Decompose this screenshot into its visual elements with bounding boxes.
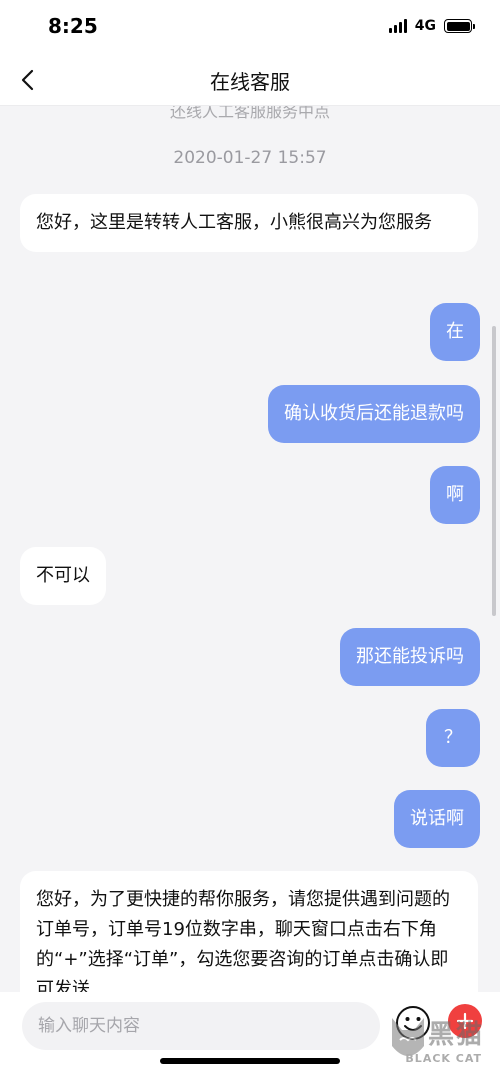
watermark-text: 黑猫 — [427, 1020, 484, 1050]
status-indicators: 4G — [388, 18, 475, 34]
home-indicator — [160, 1058, 340, 1064]
nav-bar: 在线客服 — [0, 56, 500, 106]
message-bubble-incoming: 您好，这里是转转人工客服，小熊很高兴为您服务 — [20, 194, 478, 252]
message-bubble-outgoing: 在 — [430, 303, 480, 361]
signal-icon — [388, 19, 407, 33]
network-label: 4G — [414, 18, 436, 34]
scrollbar[interactable] — [492, 326, 496, 616]
message-text: 啊 — [446, 484, 464, 505]
status-time: 8:25 — [48, 14, 98, 38]
message-bubble-outgoing: ？ — [426, 709, 480, 767]
chat-area[interactable]: 还线人工客服服务中点 2020-01-27 15:57 您好，这里是转转人工客服… — [0, 106, 500, 992]
message-bubble-incoming: 不可以 — [20, 547, 106, 605]
message-text: 您好，为了更快捷的帮你服务，请您提供遇到问题的订单号，订单号19位数字串，聊天窗… — [36, 889, 450, 992]
message-text: 说话啊 — [410, 808, 464, 829]
message-bubble-outgoing: 啊 — [430, 466, 480, 524]
message-bubble-outgoing: 那还能投诉吗 — [340, 628, 480, 686]
status-bar: 8:25 4G — [0, 0, 500, 56]
system-note: 还线人工客服服务中点 — [169, 106, 330, 121]
message-bubble-outgoing: 确认收货后还能退款吗 — [268, 385, 480, 443]
message-text: 确认收货后还能退款吗 — [284, 403, 464, 424]
message-bubble-incoming: 您好，为了更快捷的帮你服务，请您提供遇到问题的订单号，订单号19位数字串，聊天窗… — [20, 871, 478, 992]
message-text: 您好，这里是转转人工客服，小熊很高兴为您服务 — [36, 212, 432, 233]
message-bubble-outgoing: 说话啊 — [394, 790, 480, 848]
chat-input[interactable] — [22, 1002, 380, 1050]
message-text: 不可以 — [36, 565, 90, 586]
battery-icon — [444, 19, 475, 33]
watermark-logo: 黑猫 BLACK CAT — [384, 1006, 494, 1074]
watermark-subtext: BLACK CAT — [405, 1052, 482, 1065]
message-timestamp: 2020-01-27 15:57 — [173, 148, 327, 168]
message-text: 那还能投诉吗 — [356, 646, 464, 667]
page-title: 在线客服 — [210, 70, 290, 94]
message-text: ？ — [444, 727, 462, 748]
message-text: 在 — [446, 321, 464, 342]
